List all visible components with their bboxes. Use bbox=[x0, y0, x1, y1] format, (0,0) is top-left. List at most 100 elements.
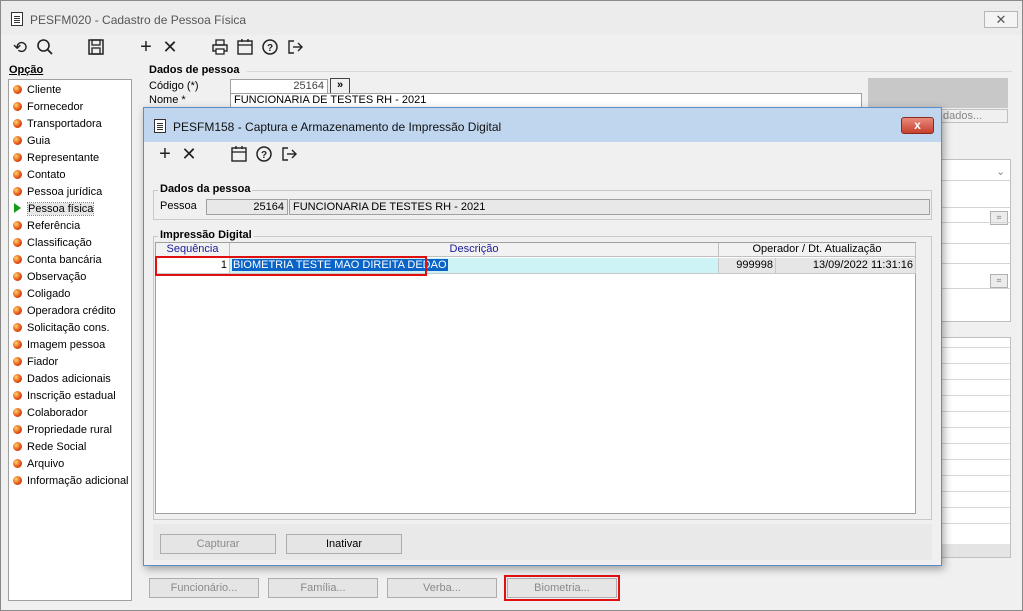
inativar-button[interactable]: Inativar bbox=[286, 534, 402, 554]
row-divider bbox=[942, 347, 1010, 348]
codigo-field[interactable]: 25164 bbox=[230, 79, 328, 94]
row-divider bbox=[942, 288, 1010, 289]
option-item[interactable]: Guia bbox=[13, 133, 50, 149]
exit-icon[interactable] bbox=[278, 145, 300, 167]
bullet-icon bbox=[13, 238, 22, 247]
undo-icon[interactable]: ⟲ bbox=[9, 38, 31, 60]
option-item-label: Pessoa física bbox=[26, 202, 95, 216]
right-scrollbar[interactable] bbox=[942, 544, 1010, 557]
search-icon[interactable] bbox=[34, 38, 56, 60]
nome-field[interactable]: FUNCIONARIA DE TESTES RH - 2021 bbox=[230, 93, 862, 108]
option-item-label: Pessoa jurídica bbox=[27, 186, 103, 198]
main-close-button[interactable]: ✕ bbox=[984, 11, 1018, 28]
option-item[interactable]: Operadora crédito bbox=[13, 303, 116, 319]
bullet-icon bbox=[13, 323, 22, 332]
option-item-label: Operadora crédito bbox=[27, 305, 116, 317]
right-list-panel bbox=[941, 337, 1011, 558]
dialog-close-button[interactable]: x bbox=[901, 117, 934, 134]
option-item[interactable]: Coligado bbox=[13, 286, 70, 302]
save-icon[interactable] bbox=[85, 38, 107, 60]
option-item[interactable]: Pessoa física bbox=[13, 201, 95, 217]
bullet-icon bbox=[13, 340, 22, 349]
biometria-dialog: PESFM158 - Captura e Armazenamento de Im… bbox=[143, 107, 942, 566]
option-item-label: Propriedade rural bbox=[27, 424, 112, 436]
option-item[interactable]: Representante bbox=[13, 150, 99, 166]
option-item[interactable]: Cliente bbox=[13, 82, 61, 98]
option-item[interactable]: Fiador bbox=[13, 354, 58, 370]
column-header-descricao[interactable]: Descrição bbox=[230, 243, 719, 257]
option-item-label: Informação adicional bbox=[27, 475, 129, 487]
nome-label: Nome * bbox=[149, 94, 186, 106]
dialog-title-bar: PESFM158 - Captura e Armazenamento de Im… bbox=[144, 108, 941, 142]
bullet-icon bbox=[13, 221, 22, 230]
familia-button[interactable]: Família... bbox=[268, 578, 378, 598]
row-divider bbox=[942, 491, 1010, 492]
exit-icon[interactable] bbox=[284, 38, 306, 60]
codigo-lookup-button[interactable]: » bbox=[330, 78, 350, 94]
calendar-icon[interactable] bbox=[228, 145, 250, 167]
add-icon[interactable]: + bbox=[135, 37, 157, 59]
option-item-label: Imagem pessoa bbox=[27, 339, 106, 351]
option-item[interactable]: Pessoa jurídica bbox=[13, 184, 102, 200]
bullet-icon bbox=[13, 136, 22, 145]
option-item[interactable]: Dados adicionais bbox=[13, 371, 111, 387]
right-field-row bbox=[942, 193, 1010, 208]
column-header-sequencia[interactable]: Sequência bbox=[156, 243, 230, 257]
option-item[interactable]: Propriedade rural bbox=[13, 422, 112, 438]
bullet-icon bbox=[13, 459, 22, 468]
option-item[interactable]: Colaborador bbox=[13, 405, 88, 421]
option-item[interactable]: Inscrição estadual bbox=[13, 388, 116, 404]
option-item[interactable]: Solicitação cons. bbox=[13, 320, 110, 336]
photo-placeholder bbox=[868, 78, 1008, 108]
dados-pessoa-group-title: Dados da pessoa bbox=[158, 183, 253, 195]
option-item-label: Contato bbox=[27, 169, 66, 181]
bullet-icon bbox=[13, 187, 22, 196]
row-divider bbox=[942, 379, 1010, 380]
calendar-icon[interactable] bbox=[234, 38, 256, 60]
row-divider bbox=[942, 395, 1010, 396]
option-item[interactable]: Conta bancária bbox=[13, 252, 102, 268]
option-item-label: Inscrição estadual bbox=[27, 390, 116, 402]
print-icon[interactable] bbox=[209, 38, 231, 60]
option-item-label: Cliente bbox=[27, 84, 62, 96]
bullet-icon bbox=[13, 289, 22, 298]
column-header-operador[interactable]: Operador / Dt. Atualização bbox=[719, 243, 916, 257]
svg-text:?: ? bbox=[261, 150, 267, 161]
option-item[interactable]: Informação adicional bbox=[13, 473, 129, 489]
bullet-icon bbox=[13, 357, 22, 366]
pessoa-label: Pessoa bbox=[160, 200, 197, 212]
option-item[interactable]: Transportadora bbox=[13, 116, 102, 132]
close-icon: x bbox=[914, 118, 921, 132]
bullet-icon bbox=[13, 425, 22, 434]
pessoa-codigo-field: 25164 bbox=[206, 199, 288, 215]
dados-pessoa-title: Dados de pessoa bbox=[149, 64, 240, 76]
row-divider bbox=[942, 443, 1010, 444]
row-divider bbox=[942, 507, 1010, 508]
bullet-icon bbox=[13, 374, 22, 383]
bullet-icon bbox=[13, 170, 22, 179]
option-item[interactable]: Contato bbox=[13, 167, 66, 183]
right-button[interactable]: ⌗ bbox=[990, 274, 1008, 288]
delete-icon[interactable]: ✕ bbox=[159, 37, 181, 59]
option-item[interactable]: Observação bbox=[13, 269, 86, 285]
option-item[interactable]: Rede Social bbox=[13, 439, 86, 455]
option-item[interactable]: Imagem pessoa bbox=[13, 337, 105, 353]
capturar-button[interactable]: Capturar bbox=[160, 534, 276, 554]
right-combo[interactable]: ⌄ bbox=[942, 164, 1010, 181]
row-divider bbox=[942, 459, 1010, 460]
add-icon[interactable]: + bbox=[154, 144, 176, 166]
delete-icon[interactable]: ✕ bbox=[178, 144, 200, 166]
option-item[interactable]: Fornecedor bbox=[13, 99, 83, 115]
option-item-label: Classificação bbox=[27, 237, 92, 249]
main-toolbar: ⟲ + ✕ ? bbox=[1, 37, 321, 61]
option-item[interactable]: Referência bbox=[13, 218, 80, 234]
option-item[interactable]: Classificação bbox=[13, 235, 92, 251]
option-item-label: Dados adicionais bbox=[27, 373, 111, 385]
funcionario-button[interactable]: Funcionário... bbox=[149, 578, 259, 598]
verba-button[interactable]: Verba... bbox=[387, 578, 497, 598]
help-icon[interactable]: ? bbox=[259, 38, 281, 60]
option-item[interactable]: Arquivo bbox=[13, 456, 64, 472]
codigo-label: Código (*) bbox=[149, 80, 199, 92]
help-icon[interactable]: ? bbox=[253, 145, 275, 167]
option-item-label: Arquivo bbox=[27, 458, 65, 470]
